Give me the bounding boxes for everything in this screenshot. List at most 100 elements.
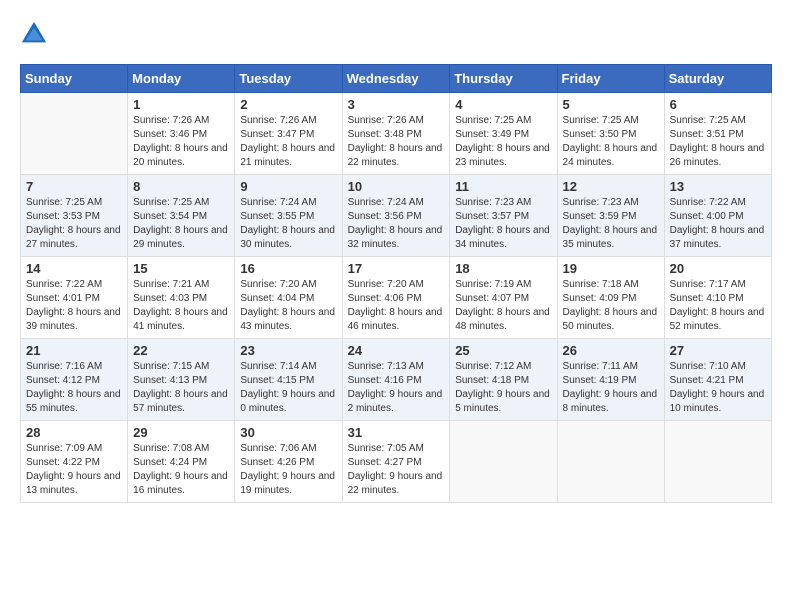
- day-info: Sunrise: 7:05 AM Sunset: 4:27 PM Dayligh…: [348, 442, 445, 498]
- day-info: Sunrise: 7:24 AM Sunset: 3:56 PM Dayligh…: [348, 196, 445, 252]
- day-info: Sunrise: 7:14 AM Sunset: 4:15 PM Dayligh…: [240, 360, 336, 416]
- day-number: 28: [26, 425, 122, 440]
- day-number: 23: [240, 343, 336, 358]
- day-info: Sunrise: 7:16 AM Sunset: 4:12 PM Dayligh…: [26, 360, 122, 416]
- calendar-table: SundayMondayTuesdayWednesdayThursdayFrid…: [20, 64, 772, 503]
- calendar-cell: 25Sunrise: 7:12 AM Sunset: 4:18 PM Dayli…: [450, 339, 557, 421]
- day-number: 17: [348, 261, 445, 276]
- calendar-cell: 21 Sunrise: 7:16 AM Sunset: 4:12 PM Dayli…: [21, 339, 128, 421]
- day-number: 12: [563, 179, 659, 194]
- calendar-cell: 16 Sunrise: 7:20 AM Sunset: 4:04 PM Dayli…: [235, 257, 342, 339]
- day-number: 13: [670, 179, 766, 194]
- day-number: 30: [240, 425, 336, 440]
- weekday-header-row: SundayMondayTuesdayWednesdayThursdayFrid…: [21, 65, 772, 93]
- calendar-cell: 4 Sunrise: 7:25 AM Sunset: 3:49 PM Daylig…: [450, 93, 557, 175]
- calendar-cell: [557, 421, 664, 503]
- day-info: Sunrise: 7:08 AM Sunset: 4:24 PM Dayligh…: [133, 442, 229, 498]
- calendar-cell: 20 Sunrise: 7:17 AM Sunset: 4:10 PM Dayli…: [664, 257, 771, 339]
- day-info: Sunrise: 7:25 AM Sunset: 3:51 PM Dayligh…: [670, 114, 766, 170]
- calendar-cell: 19 Sunrise: 7:18 AM Sunset: 4:09 PM Dayli…: [557, 257, 664, 339]
- day-number: 20: [670, 261, 766, 276]
- weekday-header-wednesday: Wednesday: [342, 65, 450, 93]
- calendar-cell: 9 Sunrise: 7:24 AM Sunset: 3:55 PM Daylig…: [235, 175, 342, 257]
- day-info: Sunrise: 7:22 AM Sunset: 4:00 PM Dayligh…: [670, 196, 766, 252]
- day-number: 27: [670, 343, 766, 358]
- day-info: Sunrise: 7:25 AM Sunset: 3:50 PM Dayligh…: [563, 114, 659, 170]
- day-info: Sunrise: 7:09 AM Sunset: 4:22 PM Dayligh…: [26, 442, 122, 498]
- day-info: Sunrise: 7:20 AM Sunset: 4:04 PM Dayligh…: [240, 278, 336, 334]
- day-number: 3: [348, 97, 445, 112]
- day-info: Sunrise: 7:17 AM Sunset: 4:10 PM Dayligh…: [670, 278, 766, 334]
- day-number: 26: [563, 343, 659, 358]
- weekday-header-friday: Friday: [557, 65, 664, 93]
- calendar-cell: 22Sunrise: 7:15 AM Sunset: 4:13 PM Dayli…: [128, 339, 235, 421]
- week-row-1: 1 Sunrise: 7:26 AM Sunset: 3:46 PM Daylig…: [21, 93, 772, 175]
- calendar-cell: 27 Sunrise: 7:10 AM Sunset: 4:21 PM Dayli…: [664, 339, 771, 421]
- day-number: 2: [240, 97, 336, 112]
- day-number: 21: [26, 343, 122, 358]
- day-number: 7: [26, 179, 122, 194]
- day-info: Sunrise: 7:10 AM Sunset: 4:21 PM Dayligh…: [670, 360, 766, 416]
- day-number: 15: [133, 261, 229, 276]
- page-header: [20, 20, 772, 48]
- day-info: Sunrise: 7:22 AM Sunset: 4:01 PM Dayligh…: [26, 278, 122, 334]
- day-number: 8: [133, 179, 229, 194]
- day-number: 16: [240, 261, 336, 276]
- day-info: Sunrise: 7:25 AM Sunset: 3:54 PM Dayligh…: [133, 196, 229, 252]
- calendar-cell: 8 Sunrise: 7:25 AM Sunset: 3:54 PM Daylig…: [128, 175, 235, 257]
- calendar-cell: 11Sunrise: 7:23 AM Sunset: 3:57 PM Dayli…: [450, 175, 557, 257]
- day-info: Sunrise: 7:18 AM Sunset: 4:09 PM Dayligh…: [563, 278, 659, 334]
- day-number: 24: [348, 343, 445, 358]
- day-number: 19: [563, 261, 659, 276]
- day-number: 18: [455, 261, 551, 276]
- calendar-cell: 30Sunrise: 7:06 AM Sunset: 4:26 PM Dayli…: [235, 421, 342, 503]
- calendar-cell: 5 Sunrise: 7:25 AM Sunset: 3:50 PM Daylig…: [557, 93, 664, 175]
- calendar-cell: 31 Sunrise: 7:05 AM Sunset: 4:27 PM Dayli…: [342, 421, 450, 503]
- calendar-cell: 26 Sunrise: 7:11 AM Sunset: 4:19 PM Dayli…: [557, 339, 664, 421]
- week-row-4: 21 Sunrise: 7:16 AM Sunset: 4:12 PM Dayli…: [21, 339, 772, 421]
- calendar-cell: 6 Sunrise: 7:25 AM Sunset: 3:51 PM Daylig…: [664, 93, 771, 175]
- week-row-3: 14 Sunrise: 7:22 AM Sunset: 4:01 PM Dayli…: [21, 257, 772, 339]
- calendar-cell: [664, 421, 771, 503]
- calendar-cell: 24 Sunrise: 7:13 AM Sunset: 4:16 PM Dayli…: [342, 339, 450, 421]
- calendar-cell: 7Sunrise: 7:25 AM Sunset: 3:53 PM Daylig…: [21, 175, 128, 257]
- calendar-cell: 3 Sunrise: 7:26 AM Sunset: 3:48 PM Daylig…: [342, 93, 450, 175]
- day-number: 1: [133, 97, 229, 112]
- weekday-header-sunday: Sunday: [21, 65, 128, 93]
- day-number: 25: [455, 343, 551, 358]
- day-info: Sunrise: 7:21 AM Sunset: 4:03 PM Dayligh…: [133, 278, 229, 334]
- day-info: Sunrise: 7:26 AM Sunset: 3:46 PM Dayligh…: [133, 114, 229, 170]
- day-info: Sunrise: 7:23 AM Sunset: 3:59 PM Dayligh…: [563, 196, 659, 252]
- calendar-cell: 18 Sunrise: 7:19 AM Sunset: 4:07 PM Dayli…: [450, 257, 557, 339]
- day-info: Sunrise: 7:13 AM Sunset: 4:16 PM Dayligh…: [348, 360, 445, 416]
- calendar-cell: [450, 421, 557, 503]
- day-info: Sunrise: 7:11 AM Sunset: 4:19 PM Dayligh…: [563, 360, 659, 416]
- day-number: 14: [26, 261, 122, 276]
- calendar-cell: 13 Sunrise: 7:22 AM Sunset: 4:00 PM Dayli…: [664, 175, 771, 257]
- day-info: Sunrise: 7:26 AM Sunset: 3:47 PM Dayligh…: [240, 114, 336, 170]
- calendar-cell: [21, 93, 128, 175]
- calendar-cell: 28 Sunrise: 7:09 AM Sunset: 4:22 PM Dayli…: [21, 421, 128, 503]
- day-number: 9: [240, 179, 336, 194]
- day-info: Sunrise: 7:25 AM Sunset: 3:49 PM Dayligh…: [455, 114, 551, 170]
- day-info: Sunrise: 7:19 AM Sunset: 4:07 PM Dayligh…: [455, 278, 551, 334]
- day-number: 31: [348, 425, 445, 440]
- day-info: Sunrise: 7:26 AM Sunset: 3:48 PM Dayligh…: [348, 114, 445, 170]
- calendar-cell: 23 Sunrise: 7:14 AM Sunset: 4:15 PM Dayli…: [235, 339, 342, 421]
- day-info: Sunrise: 7:23 AM Sunset: 3:57 PM Dayligh…: [455, 196, 551, 252]
- logo: [20, 20, 52, 48]
- day-info: Sunrise: 7:24 AM Sunset: 3:55 PM Dayligh…: [240, 196, 336, 252]
- calendar-cell: 1 Sunrise: 7:26 AM Sunset: 3:46 PM Daylig…: [128, 93, 235, 175]
- calendar-cell: 12 Sunrise: 7:23 AM Sunset: 3:59 PM Dayli…: [557, 175, 664, 257]
- day-number: 5: [563, 97, 659, 112]
- week-row-2: 7Sunrise: 7:25 AM Sunset: 3:53 PM Daylig…: [21, 175, 772, 257]
- calendar-cell: 17 Sunrise: 7:20 AM Sunset: 4:06 PM Dayli…: [342, 257, 450, 339]
- day-number: 6: [670, 97, 766, 112]
- day-number: 22: [133, 343, 229, 358]
- week-row-5: 28 Sunrise: 7:09 AM Sunset: 4:22 PM Dayli…: [21, 421, 772, 503]
- weekday-header-monday: Monday: [128, 65, 235, 93]
- day-number: 4: [455, 97, 551, 112]
- calendar-cell: 15 Sunrise: 7:21 AM Sunset: 4:03 PM Dayli…: [128, 257, 235, 339]
- weekday-header-tuesday: Tuesday: [235, 65, 342, 93]
- day-info: Sunrise: 7:20 AM Sunset: 4:06 PM Dayligh…: [348, 278, 445, 334]
